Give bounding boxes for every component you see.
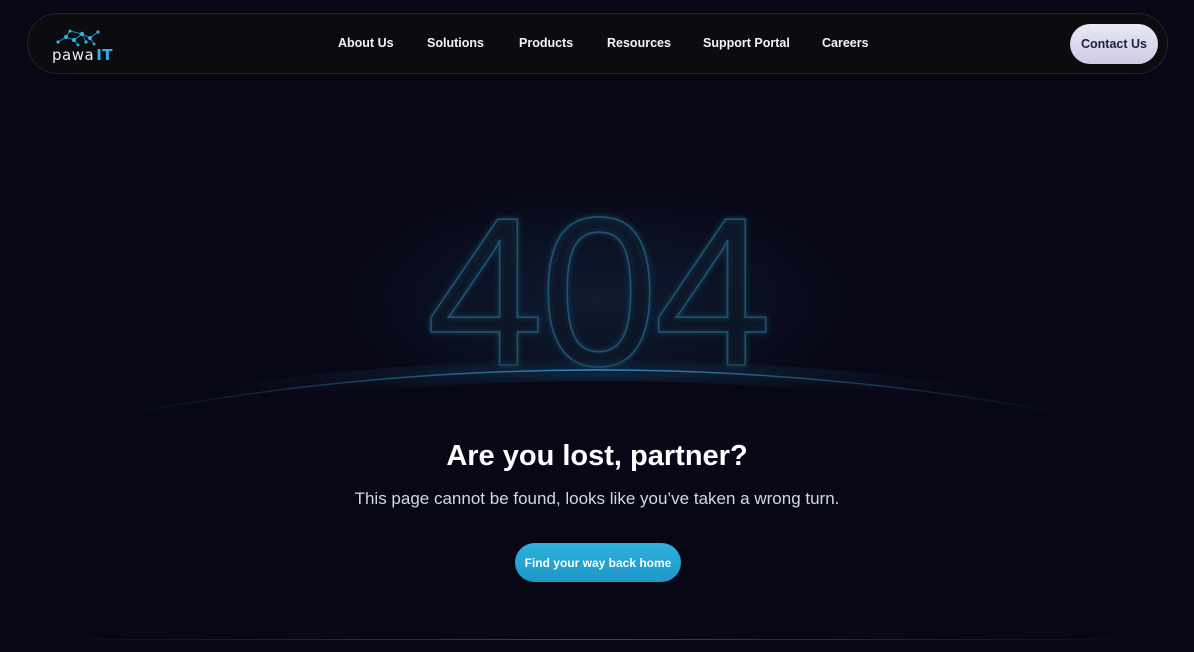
nav-item-about-us[interactable]: About Us	[338, 36, 394, 50]
page-title: Are you lost, partner?	[446, 440, 748, 472]
top-navbar: pawa IT About Us Solutions Products Resou…	[27, 13, 1168, 74]
error-message: This page cannot be found, looks like yo…	[354, 489, 840, 508]
page: pawa IT About Us Solutions Products Resou…	[0, 0, 1194, 652]
nav-item-resources[interactable]: Resources	[607, 36, 671, 50]
nav-item-solutions[interactable]: Solutions	[427, 36, 484, 50]
nav-menu: About Us Solutions Products Resources Su…	[28, 14, 1167, 75]
nav-item-careers[interactable]: Careers	[822, 36, 869, 50]
footer-divider	[40, 639, 1154, 640]
nav-item-support-portal[interactable]: Support Portal	[703, 36, 790, 50]
contact-us-button[interactable]: Contact Us	[1070, 24, 1158, 64]
nav-item-products[interactable]: Products	[519, 36, 573, 50]
back-home-button[interactable]: Find your way back home	[515, 543, 681, 582]
